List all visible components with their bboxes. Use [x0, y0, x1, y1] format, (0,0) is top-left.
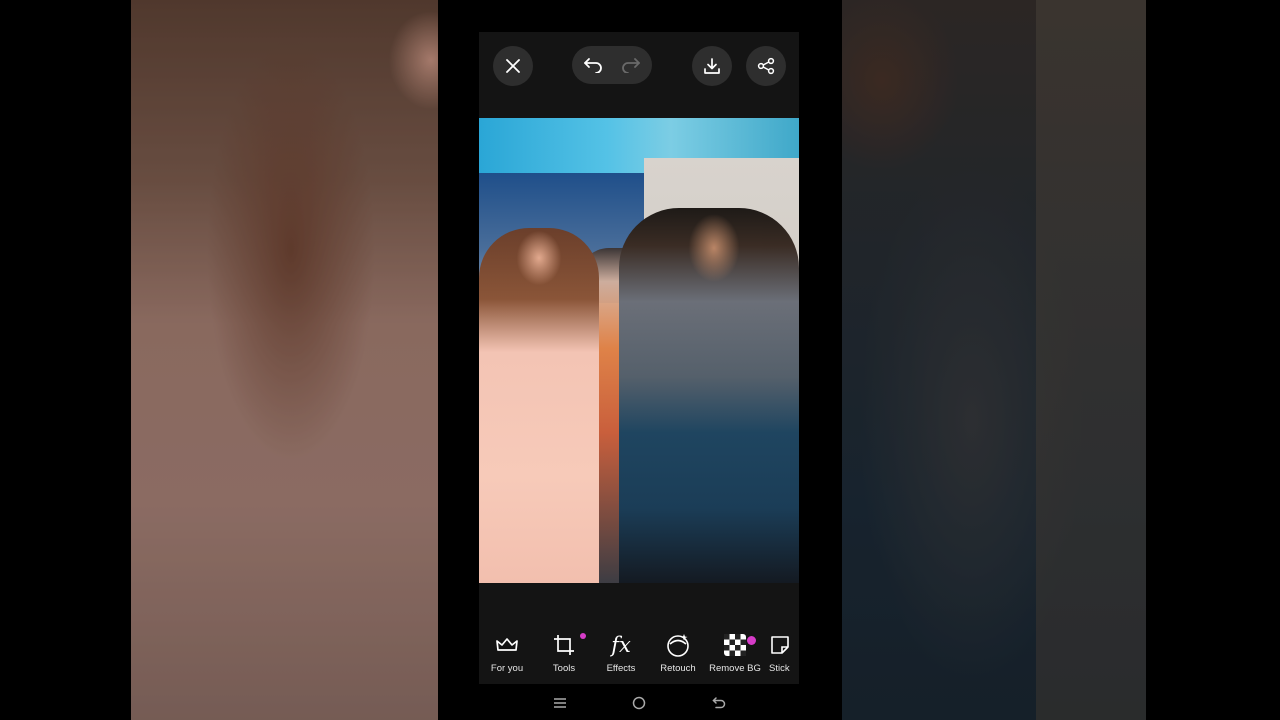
download-button[interactable]	[692, 46, 732, 86]
tool-retouch[interactable]: Retouch	[650, 627, 706, 684]
close-button[interactable]	[493, 46, 533, 86]
back-arrow-icon	[712, 697, 726, 709]
tool-effects[interactable]: fx Effects	[593, 627, 649, 684]
new-badge-dot	[580, 633, 586, 639]
blurred-background-left	[131, 0, 438, 720]
editor-top-bar	[479, 32, 799, 118]
undo-button[interactable]	[583, 55, 603, 75]
photo-canvas[interactable]	[479, 118, 799, 583]
tool-label: For you	[490, 663, 524, 674]
phone-screen: For you Tools fx Effects Retouch Remove …	[438, 0, 842, 720]
undo-redo-group	[572, 46, 652, 84]
tool-label: Retouch	[660, 663, 696, 674]
premium-badge-dot	[747, 636, 756, 645]
system-nav-bar	[438, 684, 842, 720]
tool-label: Effects	[606, 663, 636, 674]
tool-label: Tools	[552, 663, 576, 674]
undo-icon	[584, 58, 602, 73]
checkerboard-icon	[724, 634, 746, 656]
photo-person-woman	[479, 228, 599, 583]
tool-label: Remove BG	[709, 663, 761, 674]
tool-tools[interactable]: Tools	[536, 627, 592, 684]
close-icon	[506, 59, 520, 73]
recent-apps-button[interactable]	[551, 694, 569, 712]
tool-stickers[interactable]: Stick	[769, 627, 799, 684]
share-button[interactable]	[746, 46, 786, 86]
home-button[interactable]	[630, 694, 648, 712]
redo-icon	[622, 58, 640, 73]
redo-button[interactable]	[621, 55, 641, 75]
editor-toolbar: For you Tools fx Effects Retouch Remove …	[479, 627, 799, 684]
download-icon	[704, 58, 720, 74]
home-circle-icon	[632, 696, 646, 710]
tool-remove-bg[interactable]: Remove BG	[707, 627, 763, 684]
menu-lines-icon	[554, 698, 566, 708]
back-button[interactable]	[710, 694, 728, 712]
crop-icon	[554, 635, 574, 655]
tool-for-you[interactable]: For you	[479, 627, 535, 684]
fx-icon: fx	[611, 633, 631, 657]
editor-screen: For you Tools fx Effects Retouch Remove …	[479, 32, 799, 684]
tool-label: Stick	[769, 663, 790, 674]
blurred-background-right	[842, 0, 1146, 720]
crown-icon	[496, 638, 518, 651]
photo-person-man	[619, 208, 799, 583]
sticker-icon	[771, 636, 789, 654]
retouch-face-icon	[667, 634, 689, 657]
share-icon	[757, 57, 775, 75]
